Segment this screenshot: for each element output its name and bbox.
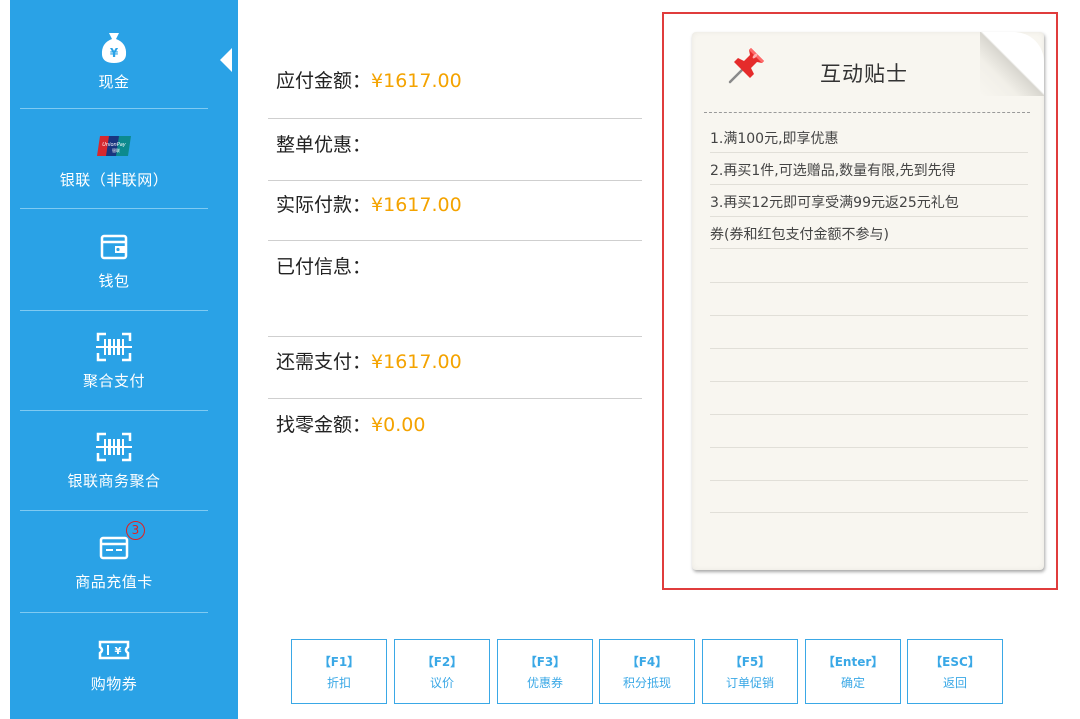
wallet-icon [99, 230, 129, 264]
discount-button[interactable]: 【F1】 折扣 [291, 639, 387, 704]
remaining-payment-label: 还需支付： [276, 351, 372, 373]
order-discount-row: 整单优惠： [276, 130, 371, 157]
ruled-line [710, 447, 1028, 448]
money-bag-icon: ¥ [99, 31, 129, 65]
card-icon: 3 [99, 520, 145, 565]
ruled-line [710, 315, 1028, 316]
ruled-line [710, 152, 1028, 153]
paper-curl-corner [980, 32, 1044, 96]
order-promotion-button[interactable]: 【F5】 订单促销 [702, 639, 798, 704]
sidebar-divider [20, 108, 208, 109]
ruled-line [710, 381, 1028, 382]
payment-method-prepaid-card[interactable]: 3 商品充值卡 [0, 512, 228, 610]
actual-payment-row: 实际付款：¥1617.00 [276, 190, 462, 217]
payment-method-label: 银联商务聚合 [67, 471, 161, 490]
barcode-scan-icon [96, 430, 132, 464]
payment-method-cash[interactable]: ¥ 现金 [0, 12, 228, 110]
payment-method-wallet[interactable]: 钱包 [0, 211, 228, 309]
shortcut-key: 【F1】 [318, 654, 360, 669]
shortcut-key: 【F4】 [626, 654, 668, 669]
shortcut-key: 【F2】 [421, 654, 463, 669]
row-divider [268, 118, 642, 119]
payment-method-label: 购物券 [90, 674, 138, 693]
remaining-payment-row: 还需支付：¥1617.00 [276, 347, 462, 374]
notification-badge: 3 [126, 520, 145, 540]
coupon-icon: ¥ [97, 633, 131, 667]
notes-title-divider [704, 112, 1030, 113]
ruled-line [710, 248, 1028, 249]
button-label: 积分抵现 [622, 675, 671, 690]
shortcut-key: 【F3】 [524, 654, 566, 669]
button-label: 确定 [840, 675, 865, 690]
shortcut-key: 【ESC】 [930, 654, 980, 669]
sidebar-divider [20, 208, 208, 209]
button-label: 订单促销 [725, 675, 774, 690]
shortcut-key: 【F5】 [729, 654, 771, 669]
row-divider [268, 180, 642, 181]
order-discount-label: 整单优惠： [276, 134, 372, 156]
payment-method-label: 商品充值卡 [75, 572, 153, 591]
negotiate-price-button[interactable]: 【F2】 议价 [394, 639, 490, 704]
row-divider [268, 336, 642, 337]
actual-payment-label: 实际付款： [276, 194, 372, 216]
ruled-line [710, 216, 1028, 217]
button-label: 议价 [429, 675, 454, 690]
button-label: 返回 [942, 675, 967, 690]
cash-symbol: ¥ [110, 46, 119, 60]
note-line: 券(券和红包支付金额不参与) [710, 227, 889, 243]
payment-method-label: 银联（非联网） [59, 170, 169, 189]
actual-payment-value: ¥1617.00 [371, 194, 462, 216]
change-amount-row: 找零金额：¥0.00 [276, 410, 425, 437]
pushpin-icon [724, 44, 768, 88]
payable-amount-label: 应付金额： [276, 70, 372, 92]
ruled-line [710, 480, 1028, 481]
change-amount-label: 找零金额： [276, 414, 372, 436]
paid-info-label: 已付信息： [276, 256, 372, 278]
confirm-button[interactable]: 【Enter】 确定 [805, 639, 901, 704]
sidebar-divider [20, 612, 208, 613]
coupon-button[interactable]: 【F3】 优惠券 [497, 639, 593, 704]
row-divider [268, 398, 642, 399]
unionpay-logo-icon: UnionPay 银联 [97, 129, 131, 163]
payment-method-unionpay-offline[interactable]: UnionPay 银联 银联（非联网） [0, 110, 228, 208]
payment-method-aggregate[interactable]: 聚合支付 [0, 311, 228, 409]
payment-method-chinaums-aggregate[interactable]: 银联商务聚合 [0, 411, 228, 509]
row-divider [268, 240, 642, 241]
points-redeem-button[interactable]: 【F4】 积分抵现 [599, 639, 695, 704]
note-line: 3.再买12元即可享受满99元返25元礼包 [710, 195, 959, 211]
note-line: 1.满100元,即享优惠 [710, 131, 839, 147]
ruled-line [710, 348, 1028, 349]
remaining-payment-value: ¥1617.00 [371, 351, 462, 373]
barcode-scan-icon [96, 330, 132, 364]
back-button[interactable]: 【ESC】 返回 [907, 639, 1003, 704]
payment-method-coupon[interactable]: ¥ 购物券 [0, 614, 228, 712]
button-label: 折扣 [326, 675, 351, 690]
shortcut-key: 【Enter】 [822, 654, 884, 669]
coupon-symbol: ¥ [115, 646, 122, 657]
ruled-line [710, 184, 1028, 185]
notes-title: 互动贴士 [820, 62, 908, 86]
payable-amount-row: 应付金额：¥1617.00 [276, 66, 462, 93]
paid-info-row: 已付信息： [276, 252, 371, 279]
payment-method-label: 钱包 [98, 271, 130, 290]
unionpay-logo-subtext: 银联 [112, 147, 120, 153]
note-line: 2.再买1件,可选赠品,数量有限,先到先得 [710, 163, 956, 179]
payment-method-label: 现金 [98, 72, 130, 91]
payable-amount-value: ¥1617.00 [371, 70, 462, 92]
ruled-line [710, 414, 1028, 415]
payment-method-label: 聚合支付 [82, 371, 145, 390]
sidebar-divider [20, 510, 208, 511]
change-amount-value: ¥0.00 [371, 414, 426, 436]
button-label: 优惠券 [526, 675, 563, 690]
ruled-line [710, 512, 1028, 513]
ruled-line [710, 282, 1028, 283]
